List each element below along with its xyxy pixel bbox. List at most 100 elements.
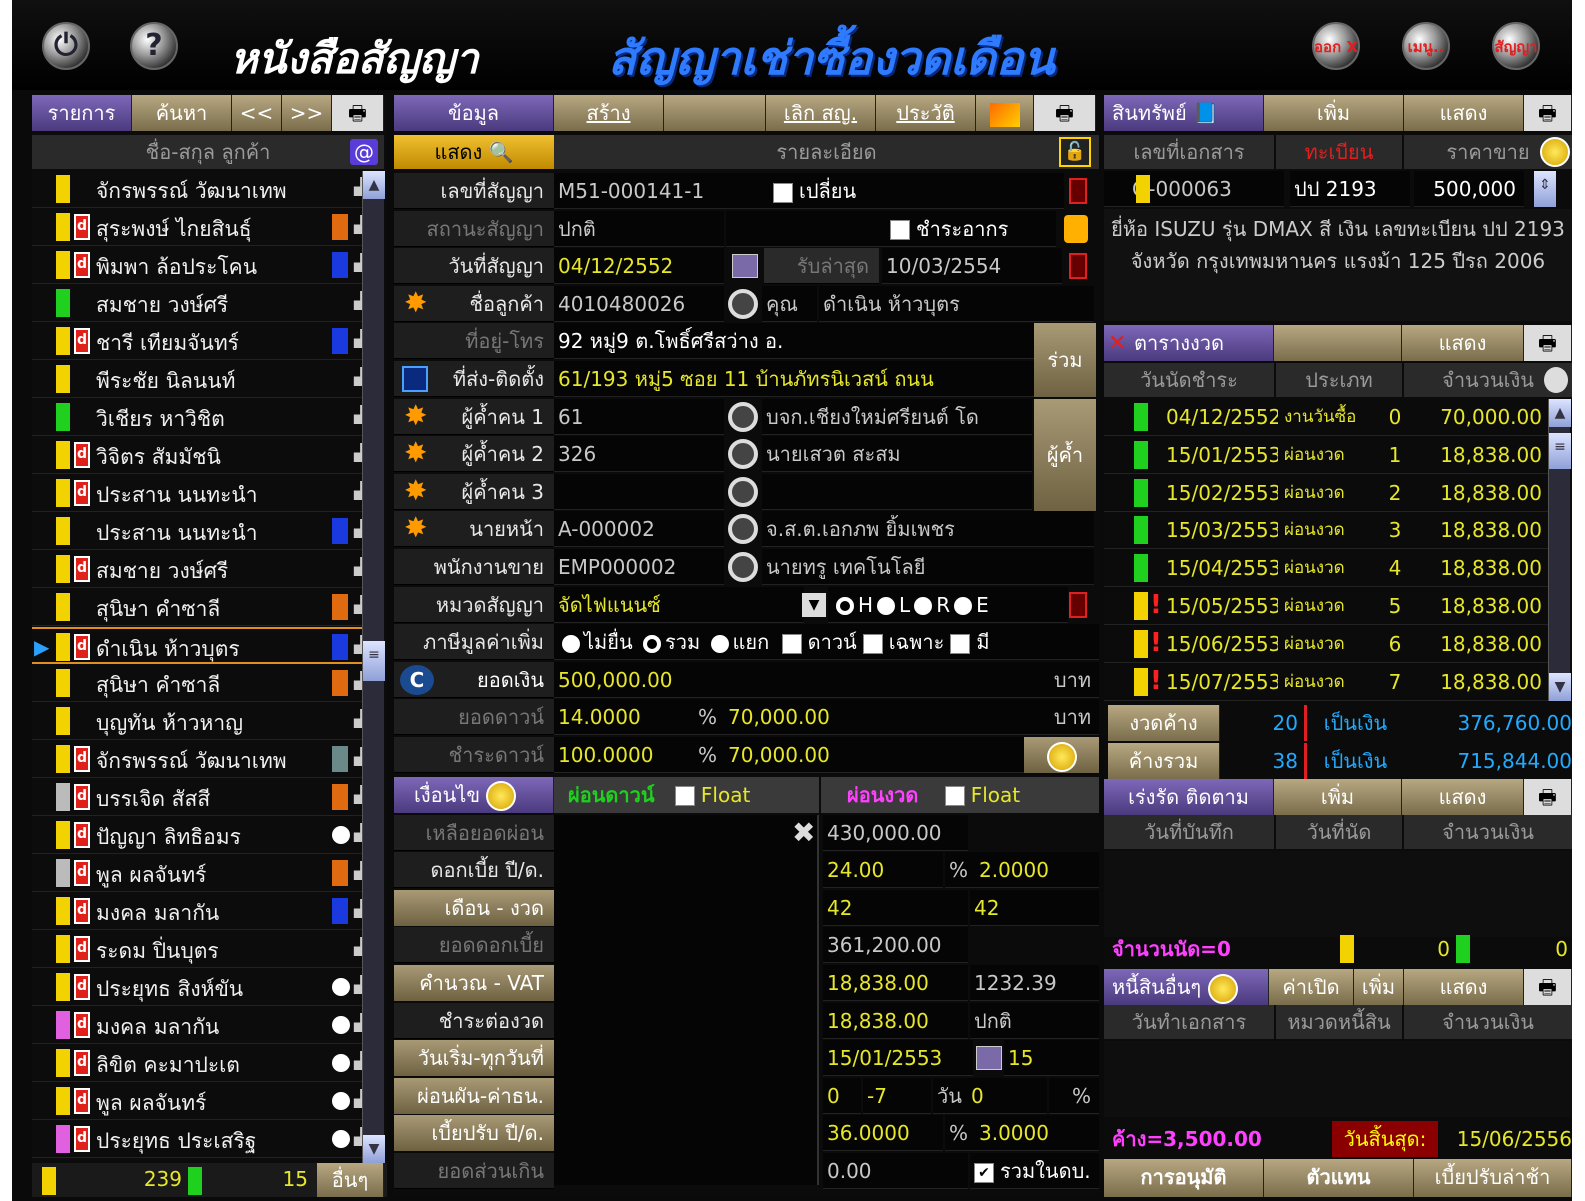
condition-value[interactable]: 18,838.00 bbox=[823, 965, 968, 1001]
guarantor1-name-field[interactable]: บจก.เชียงใหม่ศรียนต์ โด bbox=[762, 398, 1032, 435]
schedule-row[interactable]: ! 15/05/2553 ผ่อนงวด 5 18,838.00 bbox=[1104, 588, 1548, 625]
condition-value[interactable]: 18,838.00 bbox=[823, 1002, 968, 1039]
customer-row[interactable]: สุนิษา คำซาลี ▟ bbox=[32, 665, 384, 702]
email-icon[interactable]: @ bbox=[350, 139, 378, 165]
customer-row[interactable]: จักรพรรณ์ วัฒนาเทพ ▟ bbox=[32, 171, 384, 208]
customer-row[interactable]: d ชารี เทียมจันทร์ ▟ bbox=[32, 323, 384, 360]
customer-row[interactable]: d ประยุทธ สิงห์ขัน ▟ bbox=[32, 969, 384, 1006]
asset-reg-field[interactable]: ปป 2193 bbox=[1290, 171, 1410, 207]
customer-row[interactable]: ▶ d ดำเนิน ห้าวบุตร ▟ bbox=[32, 627, 384, 664]
scroll-down-icon[interactable]: ▼ bbox=[363, 1135, 385, 1163]
float-checkbox[interactable] bbox=[944, 786, 965, 807]
install-address-field[interactable]: 61/193 หมู่5 ซอย 11 บ้านภัทรนิเวสน์ ถนน bbox=[554, 361, 1034, 397]
scroll-down-icon[interactable]: ▼ bbox=[1549, 673, 1571, 701]
vat-options[interactable]: ไม่ยื่น รวม แยก ดาวน์ เฉพาะ มี bbox=[554, 624, 1099, 661]
customer-row[interactable]: d ประสาน นนทะนำ ▟ bbox=[32, 475, 384, 512]
followup-add-button[interactable]: เพิ่ม bbox=[1274, 779, 1402, 815]
customer-row[interactable]: d ระดม ปิ่นบุตร ▟ bbox=[32, 931, 384, 968]
condition-value[interactable]: 24.00 bbox=[823, 852, 943, 889]
last-received-field[interactable]: 10/03/2554 bbox=[882, 248, 1062, 285]
condition-label-button[interactable]: คำนวณ - VAT bbox=[394, 965, 554, 1001]
change-checkbox[interactable]: เปลี่ยน bbox=[769, 173, 1064, 209]
search-icon[interactable] bbox=[728, 514, 758, 545]
next-button[interactable]: >> bbox=[282, 95, 332, 131]
prev-button[interactable]: << bbox=[232, 95, 282, 131]
customer-title-field[interactable]: คุณ bbox=[762, 285, 817, 322]
print-icon[interactable]: 🖶 bbox=[1524, 969, 1572, 1005]
customer-row[interactable]: d สมชาย วงษ์ศรี ▟ bbox=[32, 551, 384, 588]
open-fee-button[interactable]: ค่าเปิด bbox=[1269, 969, 1354, 1005]
search-icon[interactable] bbox=[728, 439, 758, 470]
joint-button[interactable]: ร่วม bbox=[1034, 323, 1096, 398]
condition-value-2[interactable]: 15 bbox=[1004, 1040, 1099, 1077]
condition-value-2[interactable]: ปกติ bbox=[970, 1002, 1099, 1039]
customer-row[interactable]: พีระชัย นิลนนท์ ▟ bbox=[32, 361, 384, 398]
schedule-row[interactable]: 15/02/2553 ผ่อนงวด 2 18,838.00 bbox=[1104, 475, 1548, 512]
condition-value[interactable]: 42 bbox=[823, 889, 968, 926]
guarantor2-name-field[interactable]: นายเสวต สะสม bbox=[762, 436, 1032, 473]
grade-radio[interactable] bbox=[836, 597, 854, 616]
debts-show-button[interactable]: แสดง bbox=[1404, 969, 1524, 1005]
grace-field[interactable]: 0 bbox=[823, 1077, 861, 1114]
checkbox[interactable] bbox=[950, 633, 971, 654]
close-icon[interactable]: ✖ bbox=[792, 818, 815, 847]
search-button[interactable]: ค้นหา bbox=[132, 95, 232, 131]
category-select[interactable]: จัดไฟแนนซ์ bbox=[554, 586, 804, 623]
schedule-row[interactable]: 15/03/2553 ผ่อนงวด 3 18,838.00 bbox=[1104, 512, 1548, 550]
grade-radio-group[interactable]: HLRE bbox=[828, 586, 1068, 623]
approval-button[interactable]: การอนุมัติ bbox=[1104, 1159, 1264, 1197]
schedule-row[interactable]: 15/01/2553 ผ่อนงวด 1 18,838.00 bbox=[1104, 437, 1548, 474]
stamp-checkbox[interactable]: ชำระอากร bbox=[886, 210, 1056, 247]
checkbox[interactable] bbox=[773, 182, 793, 203]
customer-row[interactable]: d พิมพา ล้อประโคน ▟ bbox=[32, 247, 384, 284]
status-field[interactable]: ปกติ bbox=[554, 210, 724, 247]
customer-row[interactable]: บุญทัน ห้าวหาญ ▟ bbox=[32, 703, 384, 740]
condition-value[interactable]: 0.00 bbox=[823, 1153, 968, 1189]
power-icon[interactable]: ⏻ bbox=[42, 22, 90, 70]
scroll-thumb[interactable]: ≡ bbox=[1549, 433, 1571, 469]
scroll-thumb[interactable]: ≡ bbox=[363, 641, 385, 681]
down-percent-field[interactable]: 14.0000 bbox=[554, 699, 694, 736]
help-icon[interactable]: ? bbox=[130, 22, 178, 70]
calendar-icon[interactable] bbox=[732, 254, 758, 279]
paydown-percent-field[interactable]: 100.0000 bbox=[554, 737, 694, 773]
customer-row[interactable]: d ประยุทธ ประเสริฐ ▟ bbox=[32, 1121, 384, 1158]
customer-row[interactable]: วิเชียร หาวิชิต ▟ bbox=[32, 399, 384, 436]
cancel-contract-button[interactable]: เลิก สญ. bbox=[766, 95, 876, 131]
agent-button[interactable]: ตัวแทน bbox=[1264, 1159, 1414, 1197]
guarantor1-code-field[interactable]: 61 bbox=[554, 398, 724, 435]
paydown-amount-field[interactable]: 70,000.00 bbox=[724, 737, 1024, 773]
guarantor3-code-field[interactable] bbox=[554, 473, 724, 510]
schedule-row[interactable]: ! 15/07/2553 ผ่อนงวด 7 18,838.00 bbox=[1104, 664, 1548, 701]
customer-row[interactable]: สุนิษา คำซาลี ▟ bbox=[32, 589, 384, 626]
chevron-down-icon[interactable]: ▼ bbox=[802, 592, 826, 617]
spin-icon[interactable]: ⇕ bbox=[1534, 171, 1556, 207]
guarantor-button[interactable]: ผู้ค้ำ bbox=[1034, 398, 1096, 511]
schedule-row[interactable]: 04/12/2552 งานวันซื้อ 0 70,000.00 bbox=[1104, 399, 1548, 436]
address-field[interactable]: 92 หมู่9 ต.โพธิ์ศรีสว่าง อ. bbox=[554, 323, 1034, 360]
condition-value-2[interactable]: 42 bbox=[970, 889, 1099, 926]
condition-label-button[interactable]: เบี้ยปรับ ปี/ด. bbox=[394, 1115, 554, 1152]
menu-button[interactable]: เมนู.. bbox=[1402, 22, 1450, 70]
sales-code-field[interactable]: EMP000002 bbox=[554, 549, 724, 585]
customer-row[interactable]: d ปัญญา ลิทธิอมร ▟ bbox=[32, 817, 384, 854]
condition-label-button[interactable]: วันเริ่ม-ทุกวันที่ bbox=[394, 1040, 554, 1077]
checkbox[interactable] bbox=[862, 633, 883, 654]
history-button[interactable]: ประวัติ bbox=[876, 95, 976, 131]
lock-icon[interactable]: 🔓 bbox=[1059, 137, 1091, 167]
print-icon[interactable]: 🖶 bbox=[1524, 95, 1572, 131]
conditions-tab[interactable]: เงื่อนไข bbox=[394, 776, 554, 813]
create-button[interactable]: สร้าง bbox=[554, 95, 664, 131]
condition-value[interactable]: 430,000.00 bbox=[823, 814, 968, 851]
contract-button[interactable]: สัญญา bbox=[1492, 22, 1540, 70]
customer-name-field[interactable]: ดำเนิน ห้าวบุตร bbox=[819, 285, 1094, 322]
broker-name-field[interactable]: จ.ส.ต.เอกภพ ยิ้มเพชร bbox=[762, 511, 1094, 548]
calendar-icon[interactable] bbox=[976, 1046, 1002, 1071]
customer-row[interactable]: d วิจิตร สัมมัชนิ ▟ bbox=[32, 437, 384, 474]
exit-button[interactable]: ออก X bbox=[1312, 22, 1360, 70]
followup-show-button[interactable]: แสดง bbox=[1402, 779, 1524, 815]
guarantor3-name-field[interactable] bbox=[762, 473, 1032, 510]
scroll-up-icon[interactable]: ▲ bbox=[363, 171, 385, 199]
amount-field[interactable]: 500,000.00 bbox=[554, 661, 1024, 698]
customer-code-field[interactable]: 4010480026 bbox=[554, 285, 724, 322]
